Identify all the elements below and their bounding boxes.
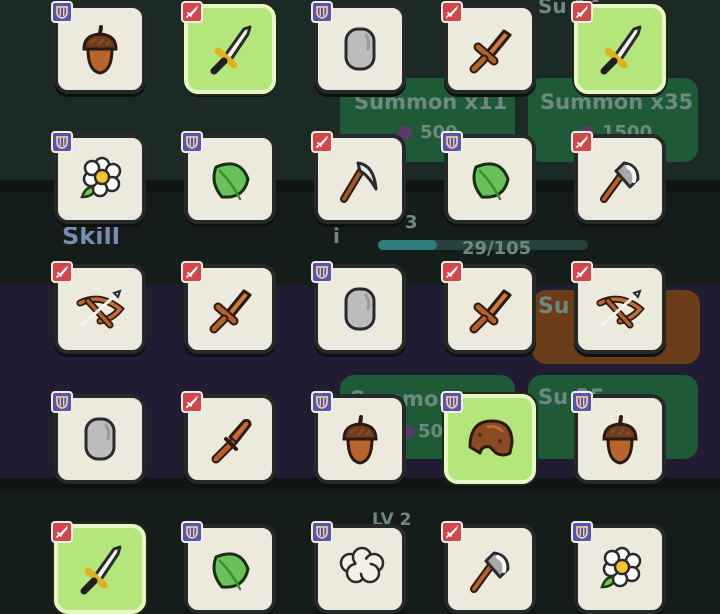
item-slot[interactable] bbox=[51, 1, 146, 94]
dagger-icon bbox=[200, 19, 260, 79]
shield-badge-icon bbox=[51, 1, 73, 23]
item-slot[interactable] bbox=[311, 521, 406, 614]
axe-icon bbox=[460, 539, 520, 599]
helmet-icon bbox=[468, 419, 514, 457]
crossbow-icon bbox=[590, 279, 650, 339]
acorn-icon bbox=[342, 415, 378, 465]
leaf-icon bbox=[212, 162, 250, 201]
item-slot[interactable] bbox=[311, 391, 406, 484]
acorn-icon bbox=[82, 25, 118, 75]
sword-badge-icon bbox=[441, 261, 463, 283]
crossbow-icon bbox=[70, 279, 130, 339]
acorn-icon bbox=[602, 415, 638, 465]
shield-badge-icon bbox=[441, 131, 463, 153]
flower-icon bbox=[600, 546, 642, 589]
item-slot[interactable] bbox=[51, 521, 146, 614]
scythe-icon bbox=[330, 149, 390, 209]
item-slot[interactable] bbox=[571, 521, 666, 614]
leaf-icon bbox=[212, 552, 250, 591]
shield-badge-icon bbox=[311, 391, 333, 413]
shield-badge-icon bbox=[571, 521, 593, 543]
item-slot[interactable] bbox=[441, 261, 536, 354]
item-slot[interactable] bbox=[181, 521, 276, 614]
sword-badge-icon bbox=[181, 261, 203, 283]
shield-badge-icon bbox=[311, 1, 333, 23]
item-slot[interactable] bbox=[311, 1, 406, 94]
shield-badge-icon bbox=[51, 131, 73, 153]
wooden-sword-icon bbox=[460, 19, 520, 79]
shield-badge-icon bbox=[311, 261, 333, 283]
item-slot[interactable] bbox=[571, 391, 666, 484]
item-slot[interactable] bbox=[311, 131, 406, 224]
sword-badge-icon bbox=[571, 131, 593, 153]
item-slot[interactable] bbox=[51, 131, 146, 224]
shield-badge-icon bbox=[311, 521, 333, 543]
item-slot[interactable] bbox=[181, 391, 276, 484]
item-slot[interactable] bbox=[51, 391, 146, 484]
club-icon bbox=[200, 409, 260, 469]
stone-icon bbox=[344, 27, 376, 71]
item-slot[interactable] bbox=[441, 391, 536, 484]
item-slot[interactable] bbox=[181, 261, 276, 354]
item-slot[interactable] bbox=[571, 131, 666, 224]
shield-badge-icon bbox=[441, 391, 463, 413]
item-slot[interactable] bbox=[51, 261, 146, 354]
stone-icon bbox=[84, 417, 116, 461]
sword-badge-icon bbox=[181, 1, 203, 23]
shield-badge-icon bbox=[571, 391, 593, 413]
item-slot[interactable] bbox=[571, 261, 666, 354]
sword-badge-icon bbox=[51, 521, 73, 543]
item-slot[interactable] bbox=[441, 1, 536, 94]
shield-badge-icon bbox=[181, 521, 203, 543]
sword-badge-icon bbox=[51, 261, 73, 283]
item-slot[interactable] bbox=[181, 1, 276, 94]
axe-icon bbox=[590, 149, 650, 209]
sword-badge-icon bbox=[181, 391, 203, 413]
item-slot[interactable] bbox=[181, 131, 276, 224]
dagger-icon bbox=[70, 539, 130, 599]
leaf-icon bbox=[472, 162, 510, 201]
sword-badge-icon bbox=[311, 131, 333, 153]
wooden-sword-icon bbox=[460, 279, 520, 339]
summoned-items-grid bbox=[0, 0, 720, 614]
item-slot[interactable] bbox=[441, 131, 536, 224]
stone-icon bbox=[344, 287, 376, 331]
sword-badge-icon bbox=[571, 1, 593, 23]
flower-icon bbox=[80, 156, 122, 199]
shield-badge-icon bbox=[181, 131, 203, 153]
sword-badge-icon bbox=[571, 261, 593, 283]
item-slot[interactable] bbox=[571, 1, 666, 94]
item-slot[interactable] bbox=[311, 261, 406, 354]
sword-badge-icon bbox=[441, 521, 463, 543]
wooden-sword-icon bbox=[200, 279, 260, 339]
dagger-icon bbox=[590, 19, 650, 79]
cotton-icon bbox=[339, 546, 385, 584]
shield-badge-icon bbox=[51, 391, 73, 413]
sword-badge-icon bbox=[441, 1, 463, 23]
item-slot[interactable] bbox=[441, 521, 536, 614]
